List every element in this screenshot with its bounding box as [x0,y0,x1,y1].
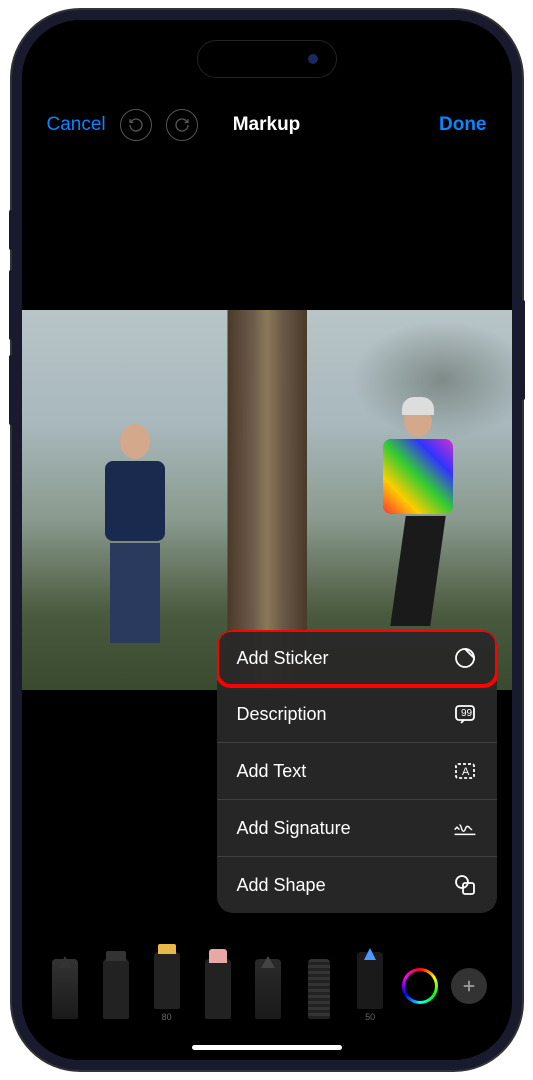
tool-highlighter[interactable]: 80 [148,952,186,1022]
description-icon: 99 [453,702,477,726]
tool-eraser[interactable] [199,952,237,1022]
signature-icon [453,816,477,840]
photo-person-right [373,405,463,635]
color-picker-button[interactable] [402,968,438,1004]
tool-pen[interactable] [46,952,84,1022]
tool-blue-pen[interactable]: 50 [351,952,389,1022]
page-title: Markup [233,114,301,136]
markup-toolbar: 80 50 [22,940,512,1030]
done-button[interactable]: Done [439,114,487,136]
silent-switch [9,210,13,250]
redo-button[interactable] [166,109,198,141]
undo-icon [128,117,144,133]
add-button[interactable] [451,968,487,1004]
menu-item-add-signature[interactable]: Add Signature [217,800,497,857]
volume-down-button [9,355,13,425]
sticker-icon [453,646,477,670]
tool-marker[interactable] [97,952,135,1022]
shape-icon [453,873,477,897]
menu-item-add-sticker[interactable]: Add Sticker [217,630,497,688]
nav-left-group: Cancel [47,109,198,141]
phone-frame: Cancel Markup Done Add Sti [12,10,522,1070]
tool-ruler[interactable] [300,952,338,1022]
text-icon: A [453,759,477,783]
power-button [521,300,525,400]
plus-icon [460,977,478,995]
menu-item-add-text[interactable]: Add Text A [217,743,497,800]
menu-item-label: Description [237,704,327,725]
photo-person-left [95,424,175,644]
dynamic-island [197,40,337,78]
volume-up-button [9,270,13,340]
menu-item-label: Add Signature [237,818,351,839]
phone-screen: Cancel Markup Done Add Sti [22,20,512,1060]
navigation-bar: Cancel Markup Done [22,100,512,150]
tool-pencil[interactable] [249,952,287,1022]
svg-text:A: A [462,766,470,778]
menu-item-label: Add Text [237,761,307,782]
cancel-button[interactable]: Cancel [47,114,106,136]
menu-item-description[interactable]: Description 99 [217,686,497,743]
svg-text:99: 99 [461,708,473,719]
home-indicator[interactable] [192,1045,342,1050]
menu-item-add-shape[interactable]: Add Shape [217,857,497,913]
redo-icon [174,117,190,133]
undo-button[interactable] [120,109,152,141]
menu-item-label: Add Shape [237,875,326,896]
menu-item-label: Add Sticker [237,648,329,669]
add-popup-menu: Add Sticker Description 99 Add Text A Ad… [217,630,497,913]
